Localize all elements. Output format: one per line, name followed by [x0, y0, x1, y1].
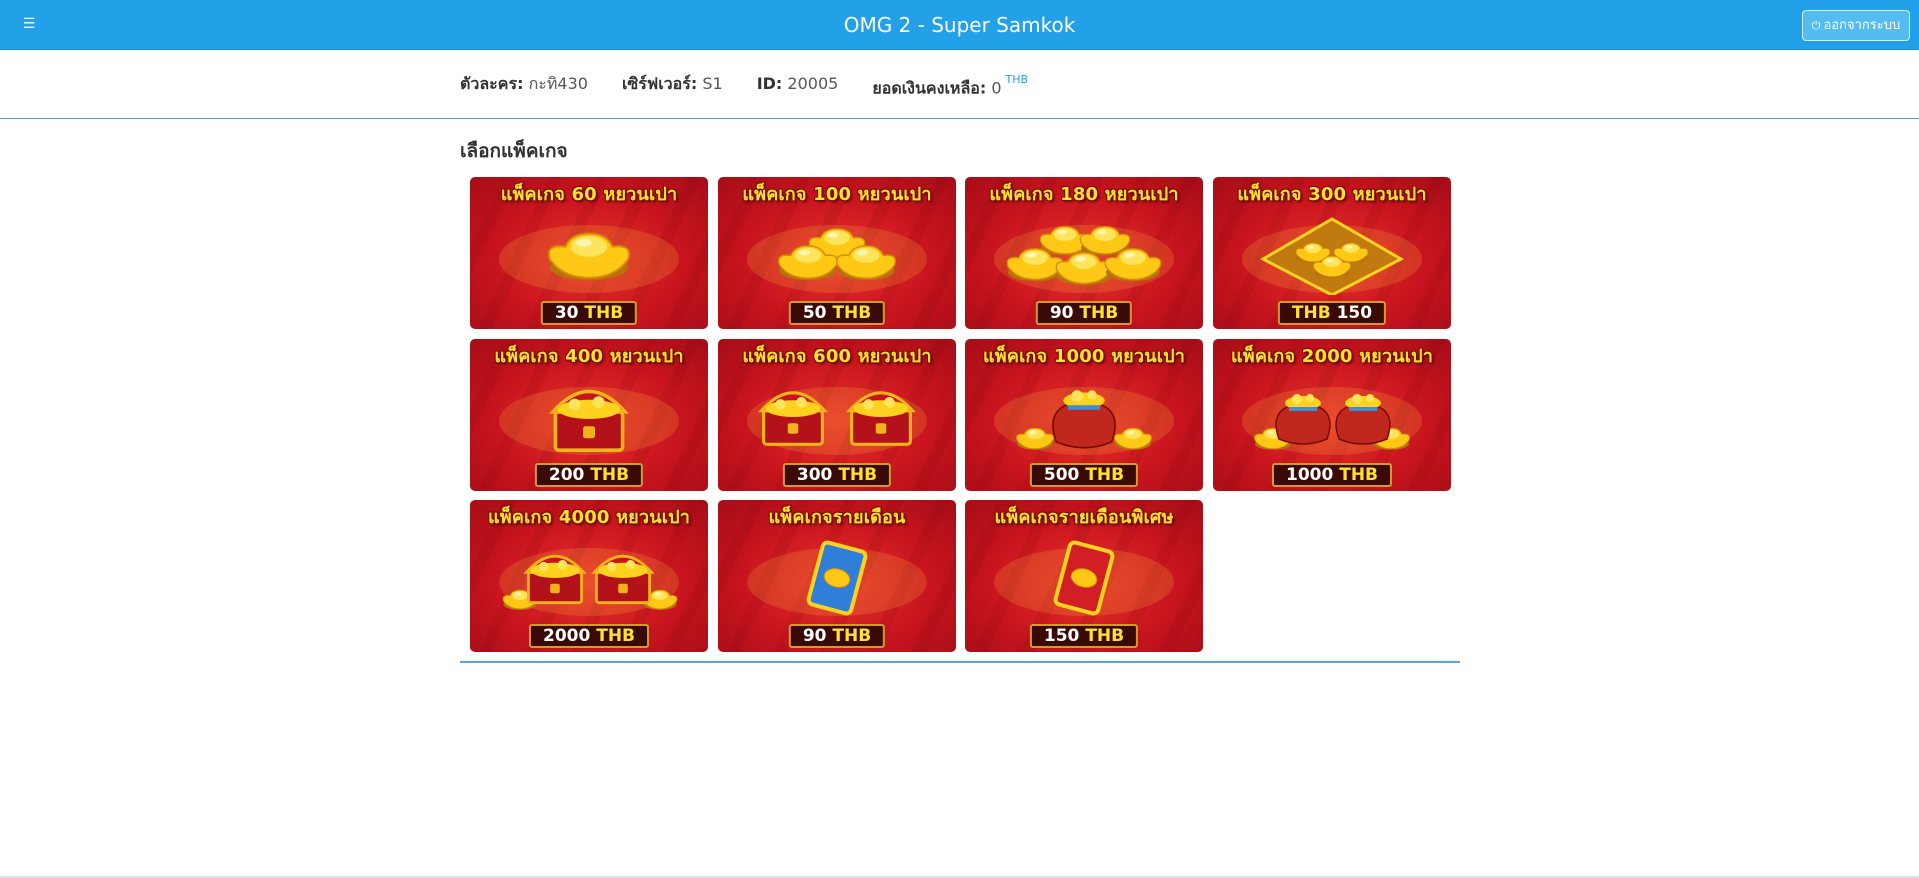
top-bar: ☰ OMG 2 - Super Samkok ⏻ ออกจากระบบ — [0, 0, 1919, 50]
logout-label: ออกจากระบบ — [1823, 18, 1901, 33]
price-currency: THB — [1079, 303, 1119, 323]
id-label: ID: — [756, 74, 783, 93]
ingot-trio-icon — [718, 211, 956, 295]
treasure-hoard-icon — [470, 534, 708, 618]
price-amount: 2000 — [542, 626, 591, 646]
balance-currency: THB — [1005, 73, 1029, 86]
package-price: 90 THB — [788, 624, 886, 648]
package-price: 500 THB — [1029, 463, 1139, 487]
character-info: ตัวละคร: กะทิ430 — [460, 73, 588, 99]
character-value: กะทิ430 — [528, 74, 588, 93]
price-amount: 1000 — [1285, 465, 1334, 485]
package-card[interactable]: แพ็คเกจ 100 หยวนเปา 50 THB — [718, 177, 956, 329]
price-currency: THB — [1085, 465, 1125, 485]
package-title: แพ็คเกจ 400 หยวนเปา — [494, 346, 684, 367]
package-title: แพ็คเกจ 4000 หยวนเปา — [487, 507, 691, 528]
package-card[interactable]: แพ็คเกจ 400 หยวนเปา 200 THB — [470, 339, 708, 491]
package-price: 2000 THB — [528, 624, 650, 648]
package-card[interactable]: แพ็คเกจรายเดือน 90 THB — [718, 500, 956, 652]
server-label: เซิร์ฟเวอร์: — [621, 74, 698, 93]
treasure-chests-icon — [718, 373, 956, 457]
treasure-chest-icon — [470, 373, 708, 457]
package-price: THB 150 — [1277, 301, 1387, 325]
id-value: 20005 — [787, 74, 839, 93]
package-card[interactable]: แพ็คเกจ 180 หยวนเปา 90 THB — [965, 177, 1203, 329]
monthly-card-red-icon — [965, 534, 1203, 618]
id-info: ID: 20005 — [757, 73, 839, 99]
logout-icon: ⏻ — [1811, 19, 1821, 32]
package-card[interactable]: แพ็คเกจ 1000 หยวนเปา 500 THB — [965, 339, 1203, 491]
package-card[interactable]: แพ็คเกจ 4000 หยวนเปา 2000 THB — [470, 500, 708, 652]
price-currency: THB — [1291, 303, 1331, 323]
logout-button[interactable]: ⏻ ออกจากระบบ — [1802, 10, 1910, 41]
balance-value: 0 — [991, 78, 1002, 98]
price-amount: 200 — [548, 465, 585, 485]
package-card[interactable]: แพ็คเกจรายเดือนพิเศษ 150 THB — [965, 500, 1203, 652]
package-title: แพ็คเกจรายเดือน — [768, 507, 906, 528]
balance-label: ยอดเงินคงเหลือ: — [872, 78, 987, 98]
section-title: เลือกแพ็คเกจ — [460, 140, 568, 162]
server-value: S1 — [702, 74, 723, 93]
price-currency: THB — [832, 626, 872, 646]
package-title: แพ็คเกจ 600 หยวนเปา — [742, 346, 932, 367]
price-currency: THB — [832, 303, 872, 323]
package-price: 200 THB — [534, 463, 644, 487]
package-title: แพ็คเกจ 60 หยวนเปา — [500, 184, 678, 205]
price-amount: 90 — [1049, 303, 1074, 323]
package-title: แพ็คเกจ 100 หยวนเปา — [742, 184, 932, 205]
package-card[interactable]: แพ็คเกจ 2000 หยวนเปา 1000 THB — [1213, 339, 1451, 491]
app-title: OMG 2 - Super Samkok — [843, 13, 1076, 37]
package-price: 150 THB — [1029, 624, 1139, 648]
price-currency: THB — [1085, 626, 1125, 646]
package-price: 30 THB — [540, 301, 638, 325]
monthly-card-blue-icon — [718, 534, 956, 618]
price-currency: THB — [596, 626, 636, 646]
ingot-tray-icon — [1213, 211, 1451, 295]
character-label: ตัวละคร: — [460, 74, 524, 93]
package-price: 90 THB — [1035, 301, 1133, 325]
treasure-bags-icon — [1213, 373, 1451, 457]
ingot-pile-icon — [965, 211, 1203, 295]
price-amount: 150 — [1043, 626, 1080, 646]
divider — [460, 661, 1460, 663]
account-info-bar: ตัวละคร: กะทิ430 เซิร์ฟเวอร์: S1 ID: 200… — [0, 51, 1919, 119]
ingot-single-icon — [470, 211, 708, 295]
price-amount: 50 — [802, 303, 827, 323]
package-price: 1000 THB — [1271, 463, 1393, 487]
price-amount: 30 — [554, 303, 579, 323]
balance-info: ยอดเงินคงเหลือ: 0 THB — [872, 73, 1028, 99]
price-currency: THB — [1339, 465, 1379, 485]
server-info: เซิร์ฟเวอร์: S1 — [622, 73, 723, 99]
price-currency: THB — [584, 303, 624, 323]
price-currency: THB — [838, 465, 878, 485]
package-price: 50 THB — [788, 301, 886, 325]
package-title: แพ็คเกจ 2000 หยวนเปา — [1230, 346, 1434, 367]
package-card[interactable]: แพ็คเกจ 60 หยวนเปา 30 THB — [470, 177, 708, 329]
package-title: แพ็คเกจรายเดือนพิเศษ — [994, 507, 1174, 528]
price-amount: 90 — [802, 626, 827, 646]
package-card[interactable]: แพ็คเกจ 300 หยวนเปา THB 150 — [1213, 177, 1451, 329]
package-card[interactable]: แพ็คเกจ 600 หยวนเปา 300 THB — [718, 339, 956, 491]
treasure-bag-icon — [965, 373, 1203, 457]
price-amount: 300 — [796, 465, 833, 485]
price-amount: 150 — [1336, 303, 1373, 323]
package-title: แพ็คเกจ 180 หยวนเปา — [989, 184, 1179, 205]
package-title: แพ็คเกจ 1000 หยวนเปา — [982, 346, 1186, 367]
price-amount: 500 — [1043, 465, 1080, 485]
package-title: แพ็คเกจ 300 หยวนเปา — [1237, 184, 1427, 205]
price-currency: THB — [590, 465, 630, 485]
package-price: 300 THB — [782, 463, 892, 487]
